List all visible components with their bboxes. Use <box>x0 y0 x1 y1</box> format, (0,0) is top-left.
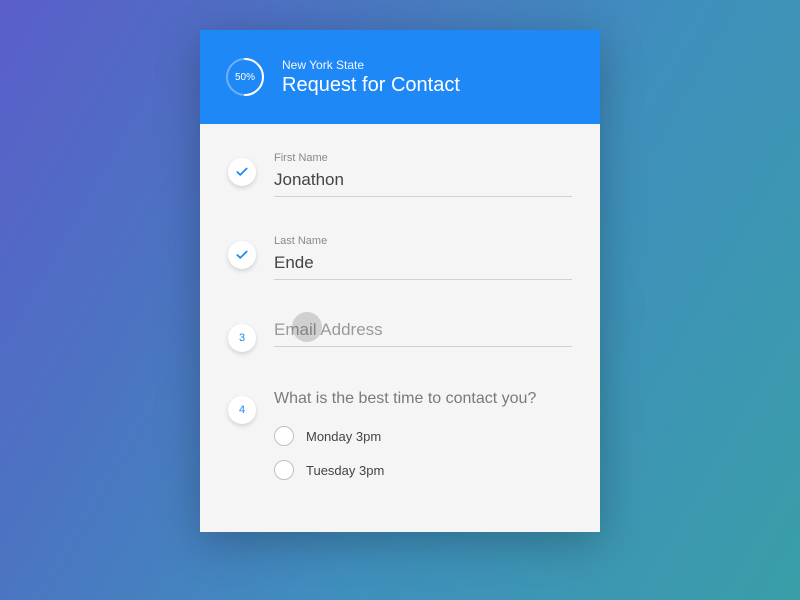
check-icon <box>228 241 256 269</box>
field-first-name: First Name <box>228 152 572 197</box>
progress-indicator: 50% <box>224 56 266 98</box>
header-text: New York State Request for Contact <box>282 58 460 97</box>
step-number: 4 <box>228 396 256 424</box>
first-name-input[interactable] <box>274 168 572 197</box>
best-time-question: What is the best time to contact you? <box>274 390 572 408</box>
field-best-time: 4 What is the best time to contact you? … <box>228 390 572 494</box>
form-card: 50% New York State Request for Contact F… <box>200 30 600 532</box>
option-monday[interactable]: Monday 3pm <box>274 426 572 446</box>
form-body: First Name Last Name 3 4 What is the b <box>200 124 600 494</box>
option-label: Monday 3pm <box>306 429 381 444</box>
field-last-name: Last Name <box>228 235 572 280</box>
header-subtitle: New York State <box>282 58 460 72</box>
option-tuesday[interactable]: Tuesday 3pm <box>274 460 572 480</box>
radio-icon <box>274 426 294 446</box>
field-email: 3 <box>228 318 572 352</box>
step-number: 3 <box>228 324 256 352</box>
header-title: Request for Contact <box>282 74 460 97</box>
first-name-label: First Name <box>274 152 572 164</box>
email-input[interactable] <box>274 318 572 347</box>
last-name-input[interactable] <box>274 251 572 280</box>
option-label: Tuesday 3pm <box>306 463 384 478</box>
progress-percent-label: 50% <box>224 56 266 98</box>
radio-icon <box>274 460 294 480</box>
check-icon <box>228 158 256 186</box>
form-header: 50% New York State Request for Contact <box>200 30 600 124</box>
last-name-label: Last Name <box>274 235 572 247</box>
